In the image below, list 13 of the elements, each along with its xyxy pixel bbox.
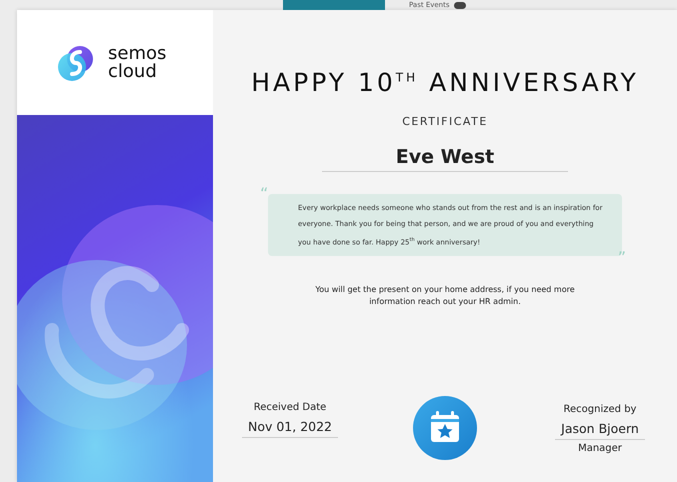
recognizer-role: Manager — [578, 443, 622, 454]
recipient-name: Eve West — [322, 146, 568, 172]
note-text: You will get the present on your home address, if you need more information reach out your HR admin. — [315, 284, 575, 308]
count-badge — [454, 2, 466, 8]
certificate-title: HAPPY 10$^{TH}$ ANNIVERSARY — [251, 68, 639, 97]
brand-name: cloud — [108, 62, 158, 80]
recognizer-name: Jason Bjoern — [555, 421, 645, 440]
received-date-label: Received Date — [254, 402, 326, 414]
recognized-by-label: Recognized by — [564, 404, 636, 416]
certificate-subtitle: CERTIFICATE — [402, 115, 488, 128]
quote-mark: “ — [260, 186, 268, 202]
brand-name: semos — [108, 44, 166, 62]
received-date-value: Nov 01, 2022 — [242, 419, 338, 438]
